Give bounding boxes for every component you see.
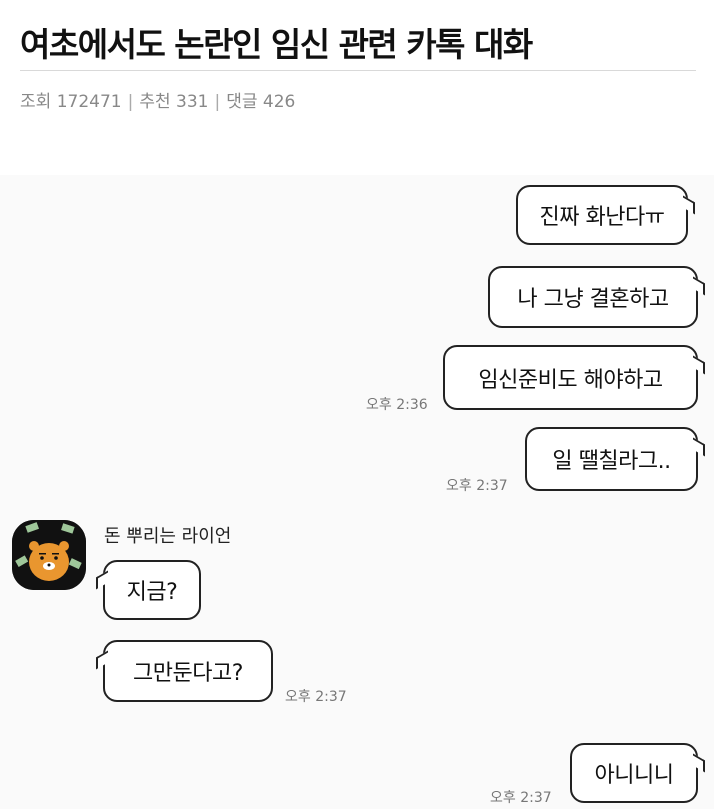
message-text: 나 그냥 결혼하고 (517, 287, 669, 312)
message-timestamp: 오후 2:37 (490, 790, 552, 806)
message-text: 임신준비도 해야하고 (478, 367, 663, 393)
meta-separator: | (127, 92, 134, 112)
post-meta: 조회 172471 | 추천 331 | 댓글 426 (20, 87, 295, 112)
title-divider (20, 70, 696, 71)
meta-separator: | (214, 92, 221, 112)
message-text: 그만둔다고? (133, 661, 243, 686)
recommends-count: 331 (176, 92, 209, 112)
message-text: 아니니니 (594, 763, 674, 788)
post-title: 여초에서도 논란인 임신 관련 카톡 대화 (20, 25, 533, 64)
recommends-label: 추천 (139, 92, 171, 112)
comments-label: 댓글 (226, 92, 258, 112)
chat-bubble-outgoing: 아니니니 (570, 743, 698, 803)
chat-bubble-outgoing: 나 그냥 결혼하고 (488, 266, 698, 328)
sender-name: 돈 뿌리는 라이언 (104, 526, 232, 547)
chat-bubble-outgoing: 진짜 화난다ㅠ (516, 185, 688, 245)
message-timestamp: 오후 2:37 (285, 689, 347, 705)
message-text: 일 땔칠라그.. (552, 449, 671, 474)
views-label: 조회 (20, 92, 52, 112)
message-text: 지금? (126, 580, 178, 605)
post-header: 여초에서도 논란인 임신 관련 카톡 대화 조회 172471 | 추천 331 | 댓… (0, 0, 714, 175)
chat-bubble-outgoing: 일 땔칠라그.. (525, 427, 698, 491)
comments-count: 426 (262, 92, 296, 112)
message-timestamp: 오후 2:37 (446, 478, 508, 494)
chat-bubble-incoming: 그만둔다고? (103, 640, 273, 702)
views-count: 172471 (56, 92, 122, 112)
chat-bubble-outgoing: 임신준비도 해야하고 (443, 345, 698, 410)
message-timestamp: 오후 2:36 (366, 397, 428, 413)
message-text: 진짜 화난다ㅠ (539, 205, 665, 230)
chat-bubble-incoming: 지금? (103, 560, 201, 620)
ryan-money-avatar-icon[interactable] (12, 520, 86, 590)
